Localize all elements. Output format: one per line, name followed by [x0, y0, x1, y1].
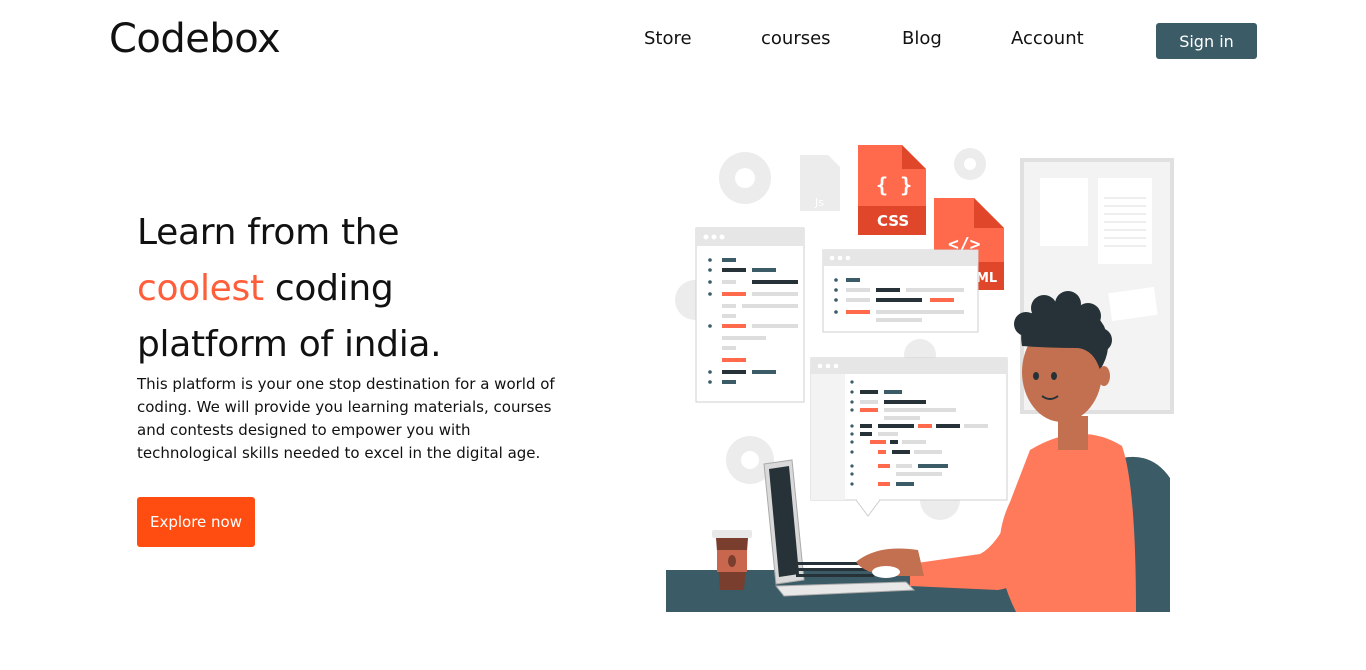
explore-now-button[interactable]: Explore now	[137, 497, 255, 547]
hero-description: This platform is your one stop destinati…	[137, 375, 555, 462]
nav-link-account[interactable]: Account	[1011, 28, 1084, 49]
js-file-label: Js	[814, 196, 824, 209]
code-window-middle	[822, 249, 979, 333]
code-window-left	[695, 227, 805, 403]
css-symbol: { }	[876, 173, 912, 197]
nav-link-blog[interactable]: Blog	[902, 28, 942, 49]
code-window-bottom	[810, 357, 1008, 517]
css-file-label: CSS	[877, 212, 909, 230]
hero-title-line3: platform of india.	[137, 324, 442, 365]
html-file-label: ML	[976, 271, 997, 286]
js-file-icon: Js	[800, 155, 840, 211]
css-file-icon: { } CSS	[858, 145, 926, 235]
hero-title-line1: Learn from the	[137, 212, 400, 253]
coding-illustration: Js { } CSS </> ML	[666, 145, 1174, 612]
sign-in-button[interactable]: Sign in	[1156, 23, 1257, 59]
hero-title: Learn from the coolest coding platform o…	[137, 205, 597, 373]
nav-link-store[interactable]: Store	[644, 28, 692, 49]
hero-title-accent: coolest	[137, 268, 264, 309]
hero-title-line2: coding	[263, 268, 394, 309]
nav-link-courses[interactable]: courses	[761, 28, 831, 49]
